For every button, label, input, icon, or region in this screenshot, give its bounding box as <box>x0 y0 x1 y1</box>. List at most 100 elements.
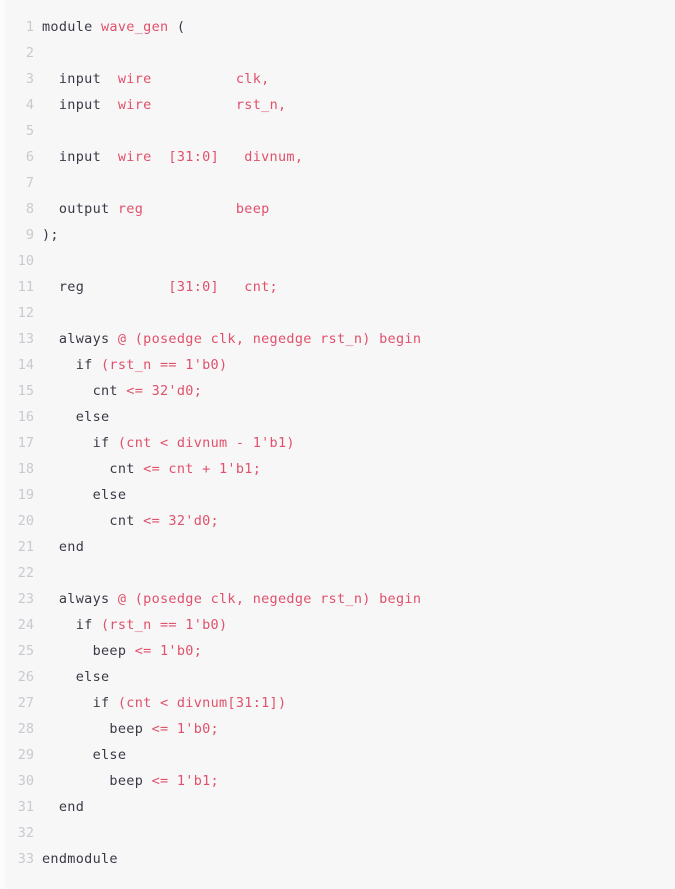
code-token: rst_n, <box>235 97 287 113</box>
code-line-list: 1 module wave_gen (2 3 input wire clk, 4 in… <box>0 14 675 872</box>
line-number: 14 <box>17 357 34 373</box>
line-number: 8 <box>25 201 34 217</box>
code-token: if <box>42 435 118 451</box>
line-number: 28 <box>17 721 34 737</box>
code-line[interactable]: 29 else <box>0 742 675 768</box>
code-token: wire [31:0] divnum, <box>117 149 304 165</box>
code-line[interactable]: 33 endmodule <box>0 846 675 872</box>
code-line[interactable]: 26 else <box>0 664 675 690</box>
line-number: 1 <box>25 19 34 35</box>
code-token: [31:0] cnt; <box>168 279 278 295</box>
code-token: if <box>42 695 118 711</box>
code-token: ); <box>42 227 59 243</box>
line-content: ); <box>42 222 675 248</box>
line-number: 30 <box>17 773 34 789</box>
code-line[interactable]: 10 <box>0 248 675 274</box>
code-line[interactable]: 21 end <box>0 534 675 560</box>
code-line[interactable]: 20 cnt <= 32'd0; <box>0 508 675 534</box>
code-line[interactable]: 12 <box>0 300 675 326</box>
code-line[interactable]: 28 beep <= 1'b0; <box>0 716 675 742</box>
line-content: else <box>42 664 675 690</box>
code-viewer[interactable]: 1 module wave_gen (2 3 input wire clk, 4 in… <box>0 0 675 889</box>
code-token: <= cnt + 1'b1; <box>143 461 262 477</box>
code-line[interactable]: 23 always @ (posedge clk, negedge rst_n)… <box>0 586 675 612</box>
code-token: input <box>42 71 118 87</box>
code-line[interactable]: 30 beep <= 1'b1; <box>0 768 675 794</box>
line-number: 9 <box>25 227 34 243</box>
line-number: 33 <box>17 851 34 867</box>
code-token: else <box>42 747 127 763</box>
code-line[interactable]: 25 beep <= 1'b0; <box>0 638 675 664</box>
code-line[interactable]: 6 input wire [31:0] divnum, <box>0 144 675 170</box>
line-number: 27 <box>17 695 34 711</box>
line-content: endmodule <box>42 846 675 872</box>
line-number: 24 <box>17 617 34 633</box>
line-content: end <box>42 534 675 560</box>
line-number: 26 <box>17 669 34 685</box>
code-token: (cnt < divnum - 1'b1) <box>117 435 295 451</box>
line-number: 16 <box>17 409 34 425</box>
code-token: beep <box>42 773 152 789</box>
code-token: end <box>42 799 85 815</box>
code-line[interactable]: 22 <box>0 560 675 586</box>
code-token: always <box>42 591 118 607</box>
code-token: beep <box>42 643 135 659</box>
line-number: 15 <box>17 383 34 399</box>
code-token: module <box>42 19 101 35</box>
code-line[interactable]: 2 <box>0 40 675 66</box>
code-line[interactable]: 27 if (cnt < divnum[31:1]) <box>0 690 675 716</box>
code-line[interactable]: 19 else <box>0 482 675 508</box>
code-token: else <box>42 669 110 685</box>
code-line[interactable]: 17 if (cnt < divnum - 1'b1) <box>0 430 675 456</box>
line-number: 3 <box>25 71 34 87</box>
code-token: <= 1'b0; <box>151 721 219 737</box>
code-token: reg <box>117 201 144 217</box>
line-number: 29 <box>17 747 34 763</box>
code-token: else <box>42 409 110 425</box>
code-line[interactable]: 18 cnt <= cnt + 1'b1; <box>0 456 675 482</box>
code-token: end <box>42 539 85 555</box>
code-line[interactable]: 16 else <box>0 404 675 430</box>
line-number: 17 <box>17 435 34 451</box>
code-line[interactable]: 4 input wire rst_n, <box>0 92 675 118</box>
code-line[interactable]: 24 if (rst_n == 1'b0) <box>0 612 675 638</box>
code-line[interactable]: 8 output reg beep <box>0 196 675 222</box>
code-token: (cnt < divnum[31:1]) <box>117 695 287 711</box>
line-content: always @ (posedge clk, negedge rst_n) be… <box>42 586 675 612</box>
code-token: <= 1'b0; <box>134 643 203 659</box>
line-number: 18 <box>17 461 34 477</box>
line-content: if (cnt < divnum[31:1]) <box>42 690 675 716</box>
code-line[interactable]: 11 reg [31:0] cnt; <box>0 274 675 300</box>
code-token: if <box>42 357 101 373</box>
code-token: wire <box>117 97 152 113</box>
code-line[interactable]: 15 cnt <= 32'd0; <box>0 378 675 404</box>
code-line[interactable]: 9); <box>0 222 675 248</box>
line-content: if (rst_n == 1'b0) <box>42 352 675 378</box>
code-line[interactable]: 3 input wire clk, <box>0 66 675 92</box>
line-content: if (rst_n == 1'b0) <box>42 612 675 638</box>
line-content: beep <= 1'b0; <box>42 638 675 664</box>
code-line[interactable]: 32 <box>0 820 675 846</box>
code-token: (rst_n == 1'b0) <box>101 617 228 633</box>
line-number: 5 <box>25 123 34 139</box>
code-line[interactable]: 13 always @ (posedge clk, negedge rst_n)… <box>0 326 675 352</box>
code-line[interactable]: 7 <box>0 170 675 196</box>
line-number: 20 <box>17 513 34 529</box>
line-number: 12 <box>17 305 34 321</box>
line-content: else <box>42 742 675 768</box>
line-content: reg [31:0] cnt; <box>42 274 675 300</box>
line-number: 19 <box>17 487 34 503</box>
code-token: reg <box>42 279 169 295</box>
code-line[interactable]: 31 end <box>0 794 675 820</box>
code-token: else <box>42 487 127 503</box>
line-number: 21 <box>17 539 34 555</box>
code-token: input <box>42 149 118 165</box>
code-line[interactable]: 5 <box>0 118 675 144</box>
line-content: input wire [31:0] divnum, <box>42 144 675 170</box>
code-token: input <box>42 97 118 113</box>
code-line[interactable]: 14 if (rst_n == 1'b0) <box>0 352 675 378</box>
code-token: <= 32'd0; <box>143 513 219 529</box>
code-line[interactable]: 1 module wave_gen ( <box>0 14 675 40</box>
